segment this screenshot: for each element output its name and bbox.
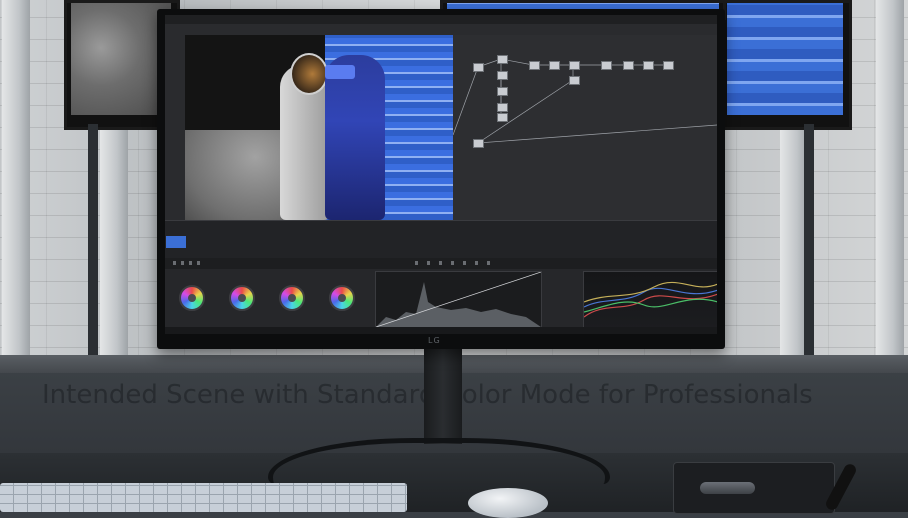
tool-icon[interactable] (415, 261, 418, 265)
keyboard (0, 483, 407, 512)
overlay-caption: Intended Scene with Standard Color Mode … (42, 380, 813, 410)
app-statusbar (165, 327, 717, 334)
color-wheel-gamma[interactable] (229, 285, 255, 311)
rear-monitor-stand (804, 124, 814, 356)
tool-icon[interactable] (439, 261, 442, 265)
graph-node[interactable] (497, 103, 508, 112)
tool-icon[interactable] (189, 261, 192, 265)
monitor-neck (424, 349, 462, 444)
tablet-button (700, 482, 755, 494)
waveform-scope (583, 271, 717, 331)
node-connections (453, 58, 717, 144)
tool-icon[interactable] (487, 261, 490, 265)
curves-histogram[interactable] (375, 271, 542, 328)
graph-node[interactable] (529, 61, 540, 70)
woman-figure (325, 55, 385, 220)
graph-node[interactable] (497, 87, 508, 96)
rear-monitor-right (720, 0, 852, 130)
graph-node[interactable] (549, 61, 560, 70)
scope-traces (584, 281, 717, 318)
timeline-panel[interactable] (165, 220, 717, 259)
graph-node[interactable] (569, 76, 580, 85)
monitor-screen (165, 15, 717, 334)
tool-icon[interactable] (173, 261, 176, 265)
video-viewer[interactable] (185, 35, 453, 220)
tool-icon[interactable] (197, 261, 200, 265)
graph-node[interactable] (497, 71, 508, 80)
tool-icon[interactable] (451, 261, 454, 265)
graph-node[interactable] (643, 61, 654, 70)
graph-node[interactable] (473, 63, 484, 72)
wall-pillar (876, 0, 904, 370)
graph-node[interactable] (497, 55, 508, 64)
tool-icon[interactable] (181, 261, 184, 265)
graph-node[interactable] (601, 61, 612, 70)
vr-visor (325, 65, 355, 79)
tool-icon[interactable] (427, 261, 430, 265)
astronaut-helmet (290, 53, 328, 95)
rear-monitor-left-screen (71, 3, 171, 115)
wall-pillar (2, 0, 30, 370)
graph-node[interactable] (473, 139, 484, 148)
color-toolbar (165, 258, 717, 269)
tool-icon[interactable] (463, 261, 466, 265)
rear-monitor-stand (88, 124, 98, 356)
color-wheel-lift[interactable] (179, 285, 205, 311)
app-menubar (165, 15, 717, 24)
histogram-graph (375, 271, 542, 328)
graph-node[interactable] (569, 61, 580, 70)
graph-node[interactable] (663, 61, 674, 70)
mouse (468, 488, 548, 518)
graph-node[interactable] (623, 61, 634, 70)
color-wheel-offset[interactable] (329, 285, 355, 311)
timeline-clip[interactable] (166, 236, 186, 248)
rear-monitor-right-screen (727, 3, 843, 115)
tool-icon[interactable] (475, 261, 478, 265)
lg-logo: LG (428, 336, 441, 345)
node-graph-panel[interactable] (453, 35, 717, 220)
graph-node[interactable] (497, 113, 508, 122)
color-wheel-gain[interactable] (279, 285, 305, 311)
